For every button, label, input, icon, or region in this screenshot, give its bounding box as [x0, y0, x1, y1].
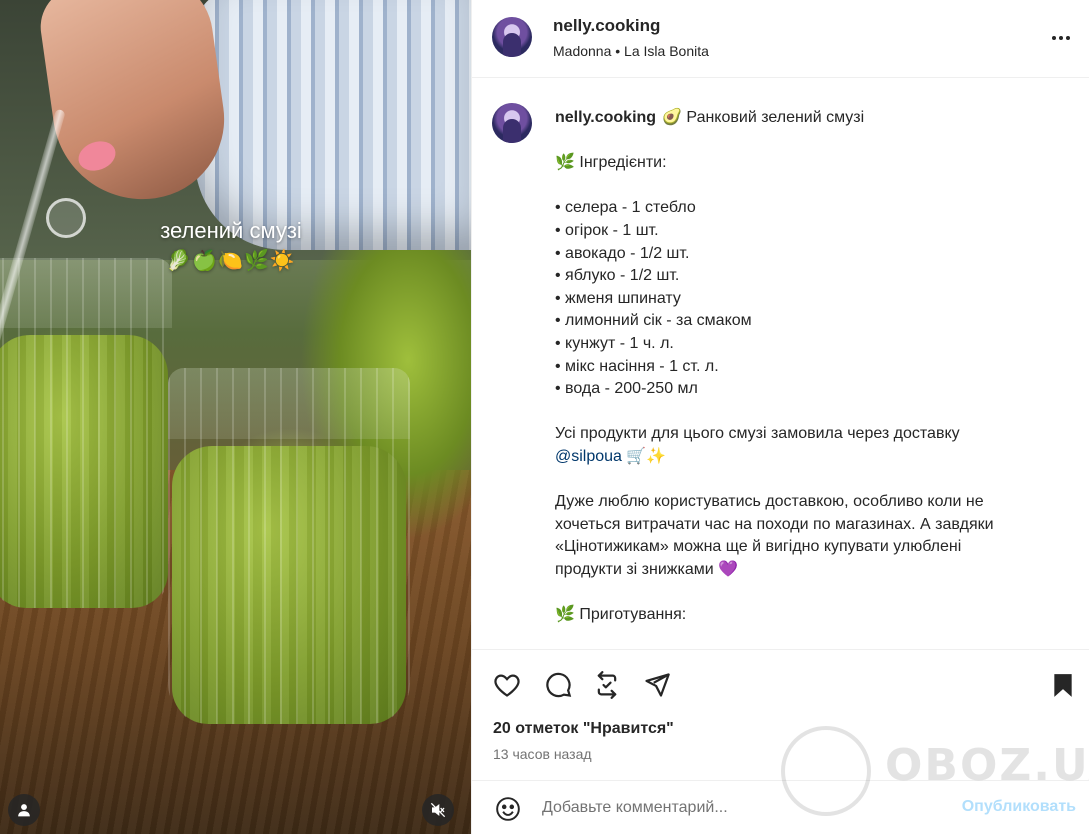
send-icon: [645, 673, 670, 697]
muted-speaker-icon: [430, 802, 446, 818]
heart-icon: [494, 674, 520, 697]
post-timestamp[interactable]: 13 часов назад: [493, 746, 592, 762]
likes-count[interactable]: 20 отметок "Нравится": [493, 720, 674, 738]
post-media[interactable]: зелений смузі 🥬🍏🍋🌿☀️: [0, 0, 471, 834]
caption-line: • огірок - 1 шт.: [555, 221, 659, 239]
caption-line: Усі продукти для цього смузі замовила че…: [555, 425, 960, 443]
caption-line: 🥑 Ранковий зелений смузі: [662, 109, 865, 126]
caption-line: Дуже люблю користуватись доставкою, особ…: [555, 493, 984, 511]
emoji-button[interactable]: [494, 795, 522, 823]
caption-line: 🛒✨: [621, 447, 667, 465]
more-options-button[interactable]: [1047, 26, 1075, 50]
caption-line: • жменя шпинату: [555, 289, 681, 307]
post-header: nelly.cooking Madonna • La Isla Bonita: [472, 0, 1089, 78]
caption-line: [555, 130, 1055, 153]
save-button[interactable]: [1048, 670, 1078, 700]
comment-bar: Опубликовать: [472, 780, 1089, 834]
caption-line: • яблуко - 1/2 шт.: [555, 267, 680, 285]
publish-button[interactable]: Опубликовать: [962, 798, 1076, 816]
caption-line: [555, 469, 1055, 492]
caption-author-username[interactable]: nelly.cooking: [555, 109, 656, 126]
repost-button[interactable]: [592, 670, 622, 700]
caption-line: [555, 175, 1055, 198]
caption-line: [555, 401, 1055, 424]
post-panel: nelly.cooking Madonna • La Isla Bonita n…: [471, 0, 1089, 834]
bookmark-icon: [1054, 674, 1072, 697]
smiley-icon: [496, 797, 520, 821]
tagged-users-button[interactable]: [8, 794, 40, 826]
comment-button[interactable]: [543, 670, 573, 700]
media-overlay-emoji: 🥬🍏🍋🌿☀️: [166, 250, 296, 272]
mention-link[interactable]: @silpoua: [555, 448, 622, 465]
caption-line: • лимонний сік - за смаком: [555, 312, 752, 330]
like-button[interactable]: [492, 670, 522, 700]
caption-line: 🌿 Приготування:: [555, 606, 687, 624]
caption-line: • вода - 200-250 мл: [555, 380, 698, 398]
dot: [1052, 36, 1056, 40]
user-icon: [18, 804, 30, 817]
caption-line: • кунжут - 1 ч. л.: [555, 334, 674, 352]
caption-line: [555, 581, 1055, 604]
caption-line: хочеться витрачати час на походи по мага…: [555, 515, 994, 533]
music-info[interactable]: Madonna • La Isla Bonita: [553, 43, 709, 59]
post-caption: nelly.cooking 🥑 Ранковий зелений смузі 🌿 …: [555, 107, 1055, 627]
author-username[interactable]: nelly.cooking: [553, 16, 660, 36]
caption-line: 🌿 Інгредієнти:: [555, 154, 667, 172]
media-overlay-title: зелений смузі: [160, 218, 302, 243]
dot: [1066, 36, 1070, 40]
caption-line: «Цінотижикам» можна ще й вигідно купуват…: [555, 538, 962, 556]
caption-scroll-area[interactable]: nelly.cooking 🥑 Ранковий зелений смузі 🌿 …: [472, 79, 1089, 649]
smoothie-glass: [168, 368, 410, 724]
share-button[interactable]: [642, 670, 672, 700]
repost-icon: [597, 671, 617, 699]
author-avatar[interactable]: [492, 17, 532, 57]
comment-icon: [546, 672, 572, 698]
action-bar: [472, 649, 1089, 717]
caption-line: • мікс насіння - 1 ст. л.: [555, 357, 719, 375]
caption-line: • селера - 1 стебло: [555, 199, 696, 217]
caption-line: • авокадо - 1/2 шт.: [555, 244, 690, 262]
smoothie-glass: [0, 258, 172, 608]
caption-line: продукти зі знижками 💜: [555, 560, 739, 578]
caption-author-avatar[interactable]: [492, 103, 532, 143]
mute-button[interactable]: [422, 794, 454, 826]
comment-input[interactable]: [542, 797, 902, 819]
media-sleeve: [195, 0, 471, 250]
dot: [1059, 36, 1063, 40]
